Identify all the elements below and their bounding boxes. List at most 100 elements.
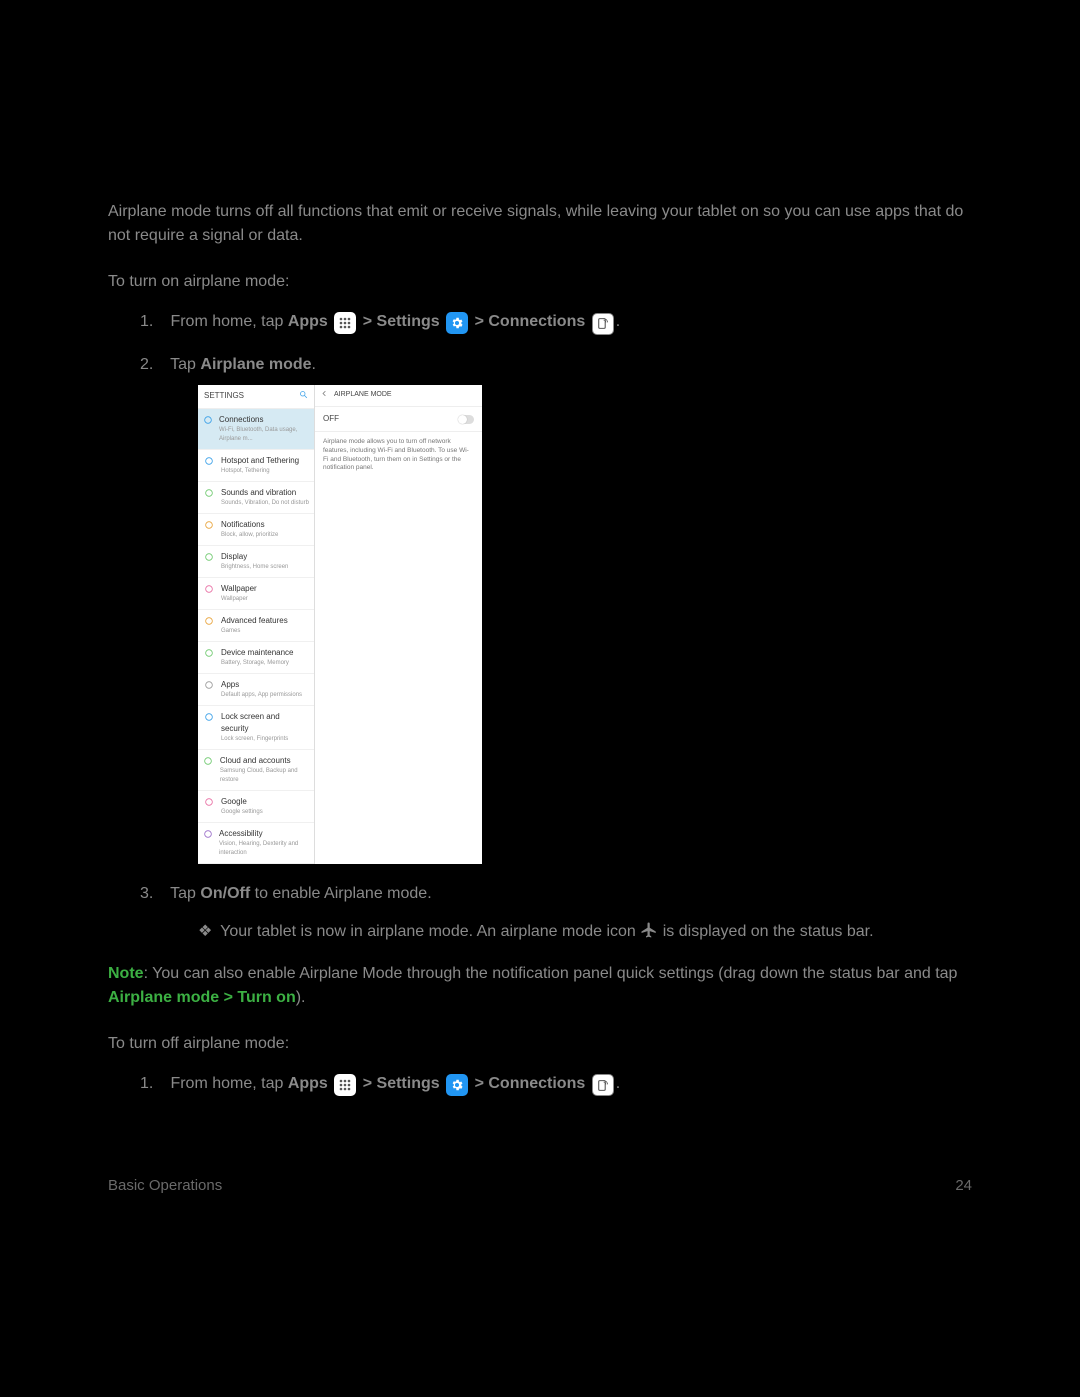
label-apps: Apps bbox=[288, 1075, 328, 1092]
page-heading: Airplane Mode bbox=[108, 140, 972, 182]
screenshot-settings-label: SETTINGS bbox=[204, 390, 244, 402]
gt2: > bbox=[475, 313, 489, 330]
footer-page-number: 24 bbox=[955, 1175, 972, 1198]
settings-icon bbox=[446, 312, 468, 334]
note-text-2: ). bbox=[296, 989, 306, 1006]
label-airplane-mode: Airplane mode bbox=[200, 356, 311, 373]
screenshot-settings-item: AppsDefault apps, App permissions bbox=[198, 674, 314, 706]
settings-item-subtitle: Vision, Hearing, Dexterity and interacti… bbox=[219, 840, 309, 858]
settings-item-title: Wallpaper bbox=[221, 583, 257, 595]
settings-item-icon bbox=[203, 583, 215, 595]
settings-item-subtitle: Block, allow, prioritize bbox=[221, 531, 278, 540]
settings-item-text: NotificationsBlock, allow, prioritize bbox=[221, 519, 278, 540]
settings-item-icon bbox=[203, 755, 214, 767]
settings-item-subtitle: Sounds, Vibration, Do not disturb bbox=[221, 499, 309, 508]
step-end: . bbox=[616, 1075, 620, 1092]
settings-item-subtitle: Default apps, App permissions bbox=[221, 691, 302, 700]
screenshot-settings-item: Hotspot and TetheringHotspot, Tethering bbox=[198, 450, 314, 482]
screenshot-right-panel: AIRPLANE MODE OFF Airplane mode allows y… bbox=[315, 385, 482, 864]
label-onoff: On/Off bbox=[200, 885, 250, 902]
settings-item-title: Hotspot and Tethering bbox=[221, 455, 299, 467]
settings-item-subtitle: Brightness, Home screen bbox=[221, 563, 288, 572]
intro-paragraph: Airplane mode turns off all functions th… bbox=[108, 200, 972, 248]
settings-item-title: Connections bbox=[219, 414, 309, 426]
settings-item-subtitle: Samsung Cloud, Backup and restore bbox=[220, 767, 309, 785]
airplane-icon bbox=[640, 923, 662, 940]
search-icon bbox=[299, 390, 308, 403]
step-text: Tap bbox=[170, 885, 200, 902]
screenshot-settings-item: Cloud and accountsSamsung Cloud, Backup … bbox=[198, 750, 314, 791]
step-number: 1. bbox=[140, 1072, 166, 1096]
bullet-text-pre: Your tablet is now in airplane mode. An … bbox=[220, 923, 640, 940]
step-3: 3. Tap On/Off to enable Airplane mode. ❖… bbox=[140, 882, 972, 944]
bullet-text-post: is displayed on the status bar. bbox=[663, 923, 874, 940]
screenshot-settings-item: AccessibilityVision, Hearing, Dexterity … bbox=[198, 823, 314, 864]
settings-item-icon bbox=[203, 796, 215, 808]
settings-item-subtitle: Wallpaper bbox=[221, 595, 257, 604]
screenshot-settings-item: Device maintenanceBattery, Storage, Memo… bbox=[198, 642, 314, 674]
screenshot-settings-item: DisplayBrightness, Home screen bbox=[198, 546, 314, 578]
page-footer: Basic Operations 24 bbox=[108, 1175, 972, 1198]
settings-item-text: Cloud and accountsSamsung Cloud, Backup … bbox=[220, 755, 309, 785]
settings-item-title: Advanced features bbox=[221, 615, 288, 627]
settings-item-title: Google bbox=[221, 796, 263, 808]
settings-item-title: Apps bbox=[221, 679, 302, 691]
settings-item-text: AppsDefault apps, App permissions bbox=[221, 679, 302, 700]
settings-item-icon bbox=[203, 711, 215, 723]
footer-left: Basic Operations bbox=[108, 1175, 222, 1198]
note-text-1: : You can also enable Airplane Mode thro… bbox=[144, 965, 958, 982]
label-apps: Apps bbox=[288, 313, 328, 330]
settings-item-title: Device maintenance bbox=[221, 647, 293, 659]
screenshot-settings-item: NotificationsBlock, allow, prioritize bbox=[198, 514, 314, 546]
settings-item-icon bbox=[203, 487, 215, 499]
screenshot-right-header: AIRPLANE MODE bbox=[315, 385, 482, 408]
screenshot-off-label: OFF bbox=[323, 413, 339, 425]
screenshot-settings-item: ConnectionsWi-Fi, Bluetooth, Data usage,… bbox=[198, 409, 314, 450]
settings-icon bbox=[446, 1074, 468, 1096]
screenshot-airplane-label: AIRPLANE MODE bbox=[334, 390, 392, 401]
apps-icon bbox=[334, 312, 356, 334]
step-1: 1. From home, tap Apps > Settings > Conn… bbox=[140, 310, 972, 335]
apps-icon bbox=[334, 1074, 356, 1096]
back-icon bbox=[321, 390, 328, 402]
settings-item-text: Hotspot and TetheringHotspot, Tethering bbox=[221, 455, 299, 476]
gt1: > bbox=[363, 313, 377, 330]
step-3-result: ❖ Your tablet is now in airplane mode. A… bbox=[140, 920, 972, 944]
settings-item-title: Sounds and vibration bbox=[221, 487, 309, 499]
settings-item-text: Device maintenanceBattery, Storage, Memo… bbox=[221, 647, 293, 668]
settings-item-icon bbox=[203, 679, 215, 691]
gt2: > bbox=[475, 1075, 489, 1092]
step-1-off: 1. From home, tap Apps > Settings > Conn… bbox=[140, 1072, 972, 1097]
settings-item-text: ConnectionsWi-Fi, Bluetooth, Data usage,… bbox=[219, 414, 309, 444]
screenshot-left-panel: SETTINGS ConnectionsWi-Fi, Bluetooth, Da… bbox=[198, 385, 315, 864]
screenshot-off-row: OFF bbox=[315, 407, 482, 432]
settings-item-icon bbox=[203, 455, 215, 467]
settings-item-title: Notifications bbox=[221, 519, 278, 531]
note-label: Note bbox=[108, 965, 144, 982]
step-text: From home, tap bbox=[170, 313, 287, 330]
screenshot-left-header: SETTINGS bbox=[198, 385, 314, 409]
step-end: . bbox=[616, 313, 620, 330]
step-number: 1. bbox=[140, 310, 166, 334]
settings-item-text: Lock screen and securityLock screen, Fin… bbox=[221, 711, 309, 744]
settings-item-subtitle: Wi-Fi, Bluetooth, Data usage, Airplane m… bbox=[219, 426, 309, 444]
toggle-icon bbox=[458, 415, 474, 424]
step-number: 3. bbox=[140, 882, 166, 906]
settings-item-title: Accessibility bbox=[219, 828, 309, 840]
settings-item-icon bbox=[203, 414, 213, 426]
settings-item-text: AccessibilityVision, Hearing, Dexterity … bbox=[219, 828, 309, 858]
settings-item-text: WallpaperWallpaper bbox=[221, 583, 257, 604]
note-paragraph: Note: You can also enable Airplane Mode … bbox=[108, 962, 972, 1010]
settings-item-icon bbox=[203, 647, 215, 659]
settings-item-icon bbox=[203, 828, 213, 840]
settings-item-icon bbox=[203, 615, 215, 627]
settings-item-subtitle: Battery, Storage, Memory bbox=[221, 659, 293, 668]
step-end: . bbox=[312, 356, 316, 373]
connections-icon bbox=[592, 313, 614, 335]
settings-item-title: Lock screen and security bbox=[221, 711, 309, 735]
step-post: to enable Airplane mode. bbox=[250, 885, 431, 902]
screenshot-settings-item: Sounds and vibrationSounds, Vibration, D… bbox=[198, 482, 314, 514]
settings-item-icon bbox=[203, 551, 215, 563]
screenshot-settings-item: WallpaperWallpaper bbox=[198, 578, 314, 610]
turn-on-subhead: To turn on airplane mode: bbox=[108, 270, 972, 294]
